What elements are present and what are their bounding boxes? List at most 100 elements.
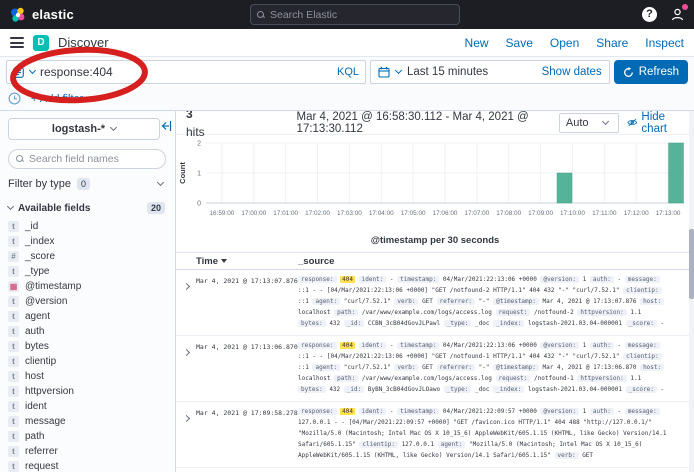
field-item-auth[interactable]: tauth [8, 324, 167, 339]
column-header-source: _source [298, 256, 334, 267]
field-item-timestamp[interactable]: ▦@timestamp [8, 279, 167, 294]
source-field-name: message: [625, 276, 660, 283]
refresh-button[interactable]: Refresh [614, 60, 688, 84]
svg-text:17:01:00: 17:01:00 [273, 210, 298, 217]
field-item-path[interactable]: tpath [8, 429, 167, 444]
avatar[interactable] [669, 6, 686, 23]
clock-icon[interactable] [8, 92, 21, 105]
date-field-icon: ▦ [8, 281, 19, 292]
refresh-icon [623, 67, 634, 78]
svg-text:17:13:00: 17:13:00 [656, 210, 681, 217]
source-field-name: @version: [540, 408, 579, 415]
query-text[interactable]: response:404 [40, 65, 328, 79]
source-field-name: _type: [444, 386, 472, 393]
scrollbar-thumb[interactable] [689, 229, 694, 299]
collapse-sidebar-icon[interactable] [160, 120, 172, 132]
histogram-bar[interactable] [669, 143, 684, 203]
field-item-request[interactable]: trequest [8, 459, 167, 472]
query-input[interactable]: response:404 KQL [6, 60, 366, 84]
show-dates-button[interactable]: Show dates [542, 66, 602, 78]
expand-row-icon[interactable] [176, 340, 196, 395]
field-item-message[interactable]: tmessage [8, 414, 167, 429]
svg-text:0: 0 [197, 201, 201, 208]
available-fields-label: Available fields [18, 203, 90, 214]
string-field-icon: t [8, 416, 19, 427]
space-badge[interactable]: D [33, 35, 49, 51]
source-field-name: _id: [344, 320, 364, 327]
menu-icon[interactable] [10, 35, 24, 51]
chevron-down-icon[interactable] [395, 67, 402, 74]
field-item-id[interactable]: t_id [8, 219, 167, 234]
interval-select[interactable]: Auto [559, 113, 619, 133]
field-item-bytes[interactable]: tbytes [8, 339, 167, 354]
field-name: agent [25, 311, 50, 322]
svg-text:2: 2 [197, 141, 201, 148]
nav-action-open[interactable]: Open [550, 36, 579, 50]
chart-y-axis-label: Count [178, 162, 187, 184]
add-filter-button[interactable]: + Add filter [31, 93, 83, 105]
string-field-icon: t [8, 371, 19, 382]
string-field-icon: t [8, 401, 19, 412]
date-picker[interactable]: Last 15 minutes Show dates [370, 60, 610, 84]
field-search-input[interactable]: Search field names [8, 149, 166, 169]
field-item-host[interactable]: thost [8, 369, 167, 384]
source-field-name: @timestamp: [493, 298, 539, 305]
notification-dot [682, 4, 688, 10]
time-range-value[interactable]: Last 15 minutes [407, 66, 536, 78]
source-field-name: httpversion: [577, 375, 626, 382]
nav-action-save[interactable]: Save [506, 36, 533, 50]
expand-row-icon[interactable] [176, 406, 196, 461]
field-name: _type [25, 266, 49, 277]
available-fields-count: 20 [147, 202, 165, 214]
row-source: response: 404 ident: - timestamp: 04/Mar… [298, 406, 670, 461]
source-field-name: _score: [626, 386, 657, 393]
filter-bar: + Add filter [0, 87, 694, 111]
scrollbar[interactable] [689, 111, 694, 472]
string-field-icon: t [8, 296, 19, 307]
help-icon[interactable]: ? [642, 7, 657, 22]
field-name: _id [25, 221, 38, 232]
field-name: ident [25, 401, 47, 412]
string-field-icon: t [8, 266, 19, 277]
source-field-name: agent: [438, 441, 466, 448]
available-fields-header[interactable]: Available fields 20 [8, 202, 167, 214]
hide-chart-button[interactable]: Hide chart [627, 111, 684, 135]
string-field-icon: t [8, 431, 19, 442]
svg-text:17:10:00: 17:10:00 [560, 210, 585, 217]
field-item-clientip[interactable]: tclientip [8, 354, 167, 369]
filter-by-type[interactable]: Filter by type 0 [8, 175, 167, 193]
histogram-chart[interactable]: 012Count16:59:0017:00:0017:01:0017:02:00… [176, 135, 694, 239]
field-item-httpversion[interactable]: thttpversion [8, 384, 167, 399]
calendar-icon[interactable] [378, 66, 390, 78]
saved-queries-icon[interactable] [13, 67, 25, 78]
field-item-ident[interactable]: tident [8, 399, 167, 414]
fields-sidebar: logstash-* Search field names Filter by … [0, 111, 176, 472]
global-search-input[interactable]: Search Elastic [250, 4, 460, 25]
source-field-name: request: [496, 309, 531, 316]
fields-list: t_idt_index#_scoret_type▦@timestampt@ver… [8, 219, 167, 472]
source-field-name: auth: [590, 276, 614, 283]
global-search-placeholder: Search Elastic [270, 9, 337, 21]
table-row: Mar 4, 2021 @ 17:13:07.876response: 404 … [176, 270, 694, 336]
field-item-referrer[interactable]: treferrer [8, 444, 167, 459]
nav-action-new[interactable]: New [465, 36, 489, 50]
expand-row-icon[interactable] [176, 274, 196, 329]
index-pattern-select[interactable]: logstash-* [8, 118, 160, 140]
kibana-discover-app: elastic Search Elastic ? D Discover NewS… [0, 0, 694, 472]
field-item-type[interactable]: t _type [8, 264, 167, 279]
field-item-version[interactable]: t@version [8, 294, 167, 309]
svg-text:17:06:00: 17:06:00 [433, 210, 458, 217]
chevron-down-icon[interactable] [29, 67, 36, 74]
table-header: Time _source [176, 253, 694, 270]
elastic-logo[interactable]: elastic [10, 7, 74, 23]
field-item-score[interactable]: #_score [8, 249, 167, 264]
column-header-time[interactable]: Time [176, 256, 298, 267]
histogram-bar[interactable] [557, 173, 572, 203]
field-item-index[interactable]: t_index [8, 234, 167, 249]
query-language-button[interactable]: KQL [333, 66, 359, 78]
nav-action-share[interactable]: Share [596, 36, 628, 50]
field-name: clientip [25, 356, 56, 367]
field-item-agent[interactable]: tagent [8, 309, 167, 324]
svg-text:17:08:00: 17:08:00 [496, 210, 521, 217]
nav-action-inspect[interactable]: Inspect [645, 36, 684, 50]
